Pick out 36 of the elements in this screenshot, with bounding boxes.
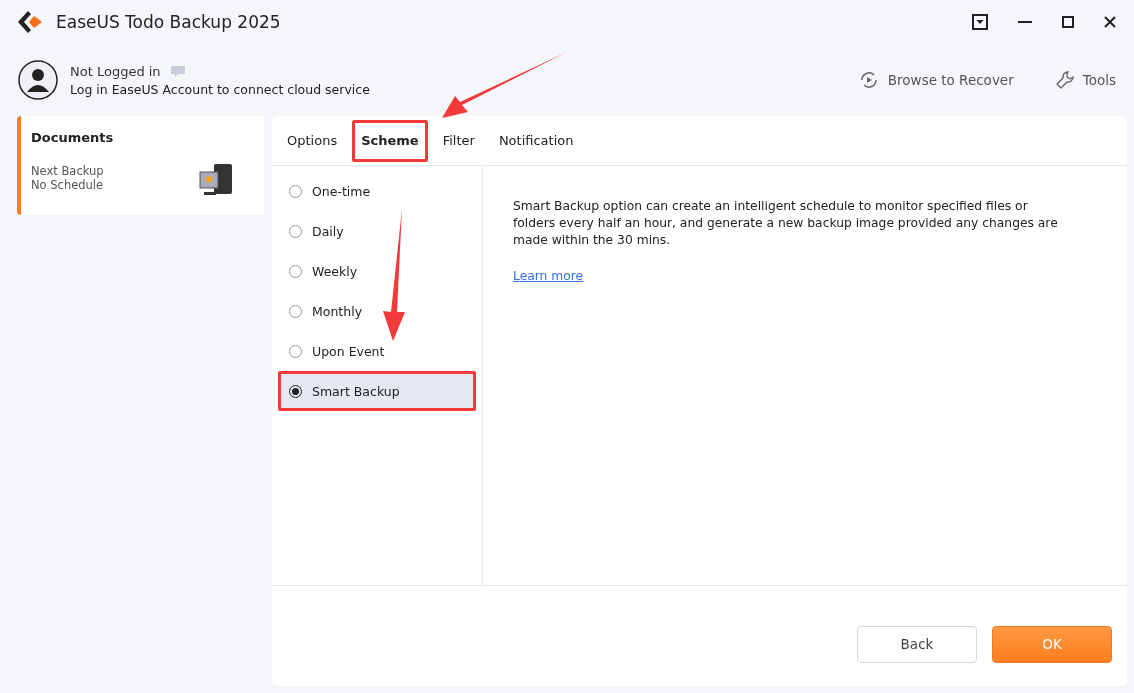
option-label: One-time (312, 183, 371, 199)
scheme-option[interactable]: Monthly (278, 291, 476, 331)
wrench-icon (1055, 71, 1074, 89)
login-status: Not Logged in (70, 63, 161, 79)
app-logo (18, 9, 44, 35)
scheme-option[interactable]: Weekly (278, 251, 476, 291)
recover-icon (858, 70, 879, 90)
learn-more-link[interactable]: Learn more (513, 269, 584, 283)
option-label: Weekly (312, 263, 358, 279)
avatar-icon[interactable] (18, 60, 58, 100)
toolbar-button[interactable]: Browse to Recover (858, 70, 1014, 90)
next-backup-label: Next Backup (31, 164, 105, 178)
option-label: Smart Backup (312, 383, 400, 399)
next-backup-value: No Schedule (31, 178, 105, 192)
scheme-option[interactable]: One-time (278, 171, 476, 211)
task-name: Documents (31, 130, 115, 145)
option-label: Upon Event (312, 343, 385, 359)
login-hint[interactable]: Log in EaseUS Account to connect cloud service (70, 81, 817, 97)
toolbar-button[interactable]: Tools (1055, 71, 1116, 89)
backup-task-card[interactable]: Documents Next Backup No Schedule (17, 116, 264, 215)
tab[interactable]: Options (278, 119, 347, 162)
tab[interactable]: Notification (489, 119, 583, 162)
close-icon[interactable] (1104, 16, 1116, 28)
window-title: EaseUS Todo Backup 2025 (56, 12, 282, 32)
scheme-option[interactable]: Upon Event (278, 331, 476, 371)
tab[interactable]: Filter (433, 119, 484, 162)
scheme-description: Smart Backup option can create an intelligent schedule to monitor specified files or folders every half an hour, and generate a new backup image provided any changes are made within the 30 mins. (513, 198, 1059, 249)
message-icon[interactable] (170, 65, 185, 77)
scheme-option[interactable]: Smart Backup (278, 371, 476, 411)
tab[interactable]: Scheme (352, 119, 428, 162)
option-label: Daily (312, 223, 344, 239)
option-label: Monthly (312, 303, 363, 319)
back-button[interactable]: Back (857, 625, 977, 663)
scheme-option[interactable]: Daily (278, 211, 476, 251)
maximize-icon[interactable] (1062, 16, 1074, 28)
dropdown-icon[interactable] (972, 14, 988, 30)
